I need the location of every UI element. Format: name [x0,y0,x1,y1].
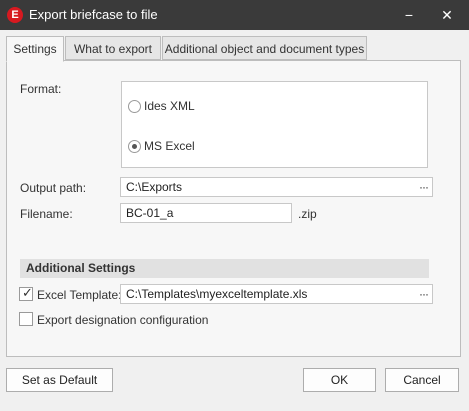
excel-template-field[interactable]: C:\Templates\myexceltemplate.xls ··· [120,284,433,304]
excel-template-checkbox[interactable]: ✓ [19,285,33,301]
app-logo-icon: E [7,7,23,23]
filename-label: Filename: [20,207,73,221]
output-path-field[interactable]: C:\Exports ··· [120,177,433,197]
export-briefcase-dialog: E Export briefcase to file − ✕ Settings … [0,0,469,411]
export-designation-label: Export designation configuration [37,313,209,327]
ok-button[interactable]: OK [303,368,376,392]
close-icon[interactable]: ✕ [436,5,458,25]
filename-extension: .zip [298,207,317,221]
additional-settings-header: Additional Settings [20,259,429,278]
excel-template-value: C:\Templates\myexceltemplate.xls [126,287,308,301]
window-title: Export briefcase to file [29,7,158,22]
export-designation-checkbox[interactable] [19,312,33,326]
output-path-label: Output path: [20,181,87,195]
tab-additional-types[interactable]: Additional object and document types [162,36,367,60]
check-mark-icon: ✓ [22,285,33,300]
cancel-button[interactable]: Cancel [385,368,459,392]
radio-selected-dot [132,144,137,149]
tab-what-to-export[interactable]: What to export [65,36,161,60]
browse-excel-template-button[interactable]: ··· [419,285,429,303]
minimize-icon[interactable]: − [398,5,420,25]
output-path-value: C:\Exports [126,180,183,194]
format-option-ms-excel-label[interactable]: MS Excel [144,139,195,153]
set-as-default-button[interactable]: Set as Default [6,368,113,392]
radio-ides-xml[interactable] [128,100,141,113]
browse-output-path-button[interactable]: ··· [419,178,429,196]
format-options-box: Ides XML MS Excel [121,81,428,168]
format-option-ides-xml-label[interactable]: Ides XML [144,99,195,113]
filename-value: BC-01_a [126,206,174,220]
title-bar: E Export briefcase to file − ✕ [0,0,469,30]
radio-ms-excel[interactable] [128,140,141,153]
filename-field[interactable]: BC-01_a [120,203,292,223]
tab-settings[interactable]: Settings [6,36,64,62]
excel-template-label: Excel Template: [37,288,122,302]
format-label: Format: [20,82,62,96]
